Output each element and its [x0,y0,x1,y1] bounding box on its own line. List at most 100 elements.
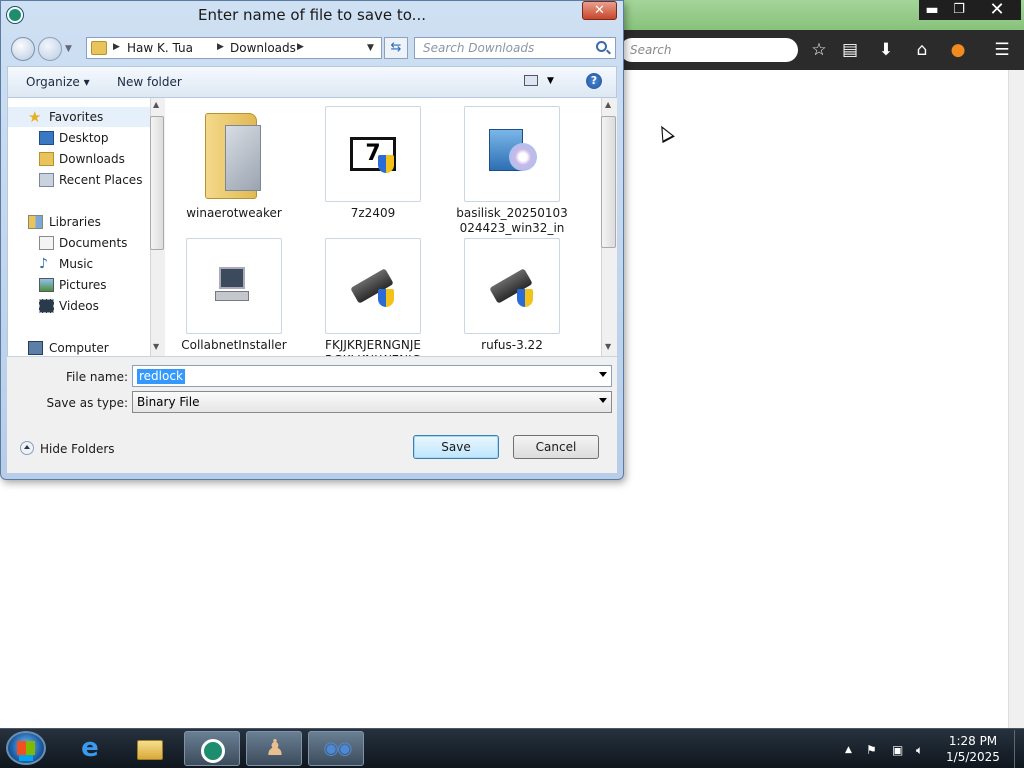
hide-folders-label: Hide Folders [40,442,115,456]
forward-button[interactable] [38,37,62,61]
cancel-button[interactable]: Cancel [513,435,599,459]
taskbar-app-green[interactable] [184,731,240,766]
nav-label: Favorites [49,110,104,124]
organize-button[interactable]: Organize ▾ [26,75,90,89]
clock-time: 1:28 PM [948,734,998,748]
search-icon[interactable] [596,41,607,52]
nav-item-videos[interactable]: Videos [8,296,150,316]
browser-minimize-button[interactable]: ▬ [919,0,945,20]
documents-icon [39,236,54,250]
nav-item-favorites[interactable]: ★ Favorites [8,107,150,127]
internet-explorer-icon: e [81,733,99,763]
refresh-button[interactable]: ⇆ [384,37,408,59]
show-desktop-button[interactable] [1014,730,1024,768]
taskbar-file-explorer[interactable] [122,731,178,766]
taskbar-app-chess[interactable]: ♟ [246,731,302,766]
search-downloads-input[interactable]: Search Downloads [414,37,616,59]
usb-shield-icon [325,238,421,334]
save-as-type-select[interactable]: Binary File [132,391,612,413]
folder-icon [186,106,282,202]
menu-icon[interactable]: ☰ [990,38,1014,62]
nav-label: Videos [59,299,99,313]
app-chess-icon: ♟ [265,736,285,761]
change-view-icon[interactable] [524,75,538,86]
browser-search-input[interactable]: Search [620,38,798,62]
scroll-up-icon[interactable]: ▲ [153,100,159,109]
app-green-icon [199,736,227,763]
nav-item-downloads[interactable]: Downloads [8,149,150,169]
nav-item-recent-places[interactable]: Recent Places [8,170,150,190]
reading-list-icon[interactable]: ▤ [838,38,862,62]
network-icon[interactable]: ▣ [892,743,903,757]
app-eyes-icon: ◉◉ [323,738,352,759]
file-item[interactable]: winaerotweaker [174,106,294,221]
installer-cd-icon [464,106,560,202]
breadcrumb-downloads[interactable]: Downloads [230,41,296,55]
system-clock[interactable]: 1:28 PM 1/5/2025 [944,733,1002,765]
breadcrumb-user[interactable]: Haw K. Tua [127,41,193,55]
file-name-input[interactable]: redlock [132,365,612,387]
recent-locations-dropdown[interactable]: ▼ [65,44,72,54]
nav-item-documents[interactable]: Documents [8,233,150,253]
windows-logo-icon [17,741,35,755]
libraries-icon [28,215,43,229]
firefox-icon[interactable]: ● [946,38,970,62]
address-dropdown-icon[interactable]: ▼ [367,43,374,53]
help-icon[interactable]: ? [586,73,602,89]
bookmark-star-icon[interactable]: ☆ [807,38,831,62]
file-item[interactable]: CollabnetInstaller [174,238,294,353]
view-options-dropdown-icon[interactable]: ▼ [547,76,554,86]
browser-maximize-button[interactable]: ❐ [945,0,973,20]
scroll-up-icon[interactable]: ▲ [605,100,611,109]
desktop-icon [39,131,54,145]
volume-muted-icon[interactable]: 🔈︎ [916,743,923,758]
videos-icon [39,299,54,313]
navigation-scroll-thumb[interactable] [150,116,164,250]
breadcrumb-arrow-icon[interactable]: ▶ [297,42,304,52]
file-name: winaerotweaker [186,206,282,220]
nav-label: Libraries [49,215,101,229]
taskbar-app-eyes[interactable]: ◉◉ [308,731,364,766]
file-name-dropdown-icon[interactable] [599,372,607,377]
nav-label: Recent Places [59,173,143,187]
download-icon[interactable]: ⬇ [874,38,898,62]
scroll-down-icon[interactable]: ▼ [153,342,159,351]
file-list-pane: winaerotweaker 7 7z2409 basilisk_2025010… [165,98,602,356]
browser-close-button[interactable]: ✕ [973,0,1021,20]
scroll-down-icon[interactable]: ▼ [605,342,611,351]
nav-item-pictures[interactable]: Pictures [8,275,150,295]
action-center-flag-icon[interactable]: ⚑ [866,743,877,757]
hide-folders-button[interactable]: Hide Folders [20,441,115,456]
home-icon[interactable]: ⌂ [910,38,934,62]
new-folder-button[interactable]: New folder [117,75,182,89]
save-as-type-label: Save as type: [46,396,128,410]
file-item[interactable]: FKJJKRJERNGNJERGKLKNLWENJG [313,238,433,356]
save-type-dropdown-icon[interactable] [599,398,607,403]
file-explorer-icon [136,735,164,761]
file-name-label: File name: [66,370,128,384]
save-button[interactable]: Save [413,435,499,459]
file-item[interactable]: rufus-3.22 [452,238,572,353]
file-name: basilisk_20250103 024423_win32_in [456,206,568,235]
browser-scrollbar[interactable] [1008,70,1024,728]
installer-computer-icon [186,238,282,334]
file-item[interactable]: basilisk_20250103 024423_win32_in [452,106,572,236]
dialog-close-button[interactable]: ✕ [582,1,617,20]
nav-item-music[interactable]: ♪ Music [8,254,150,274]
nav-item-computer[interactable]: Computer [8,338,150,356]
breadcrumb-arrow-icon[interactable]: ▶ [217,42,224,52]
pictures-icon [39,278,54,292]
show-hidden-icons-button[interactable]: ▲ [845,745,852,755]
breadcrumb-arrow-icon[interactable]: ▶ [113,42,120,52]
file-item[interactable]: 7 7z2409 [313,106,433,221]
back-button[interactable] [11,37,35,61]
file-name: CollabnetInstaller [181,338,287,352]
file-name-value[interactable]: redlock [137,369,185,384]
nav-item-desktop[interactable]: Desktop [8,128,150,148]
taskbar-internet-explorer[interactable]: e [62,731,118,766]
nav-item-libraries[interactable]: Libraries [8,212,150,232]
address-bar[interactable]: ▶ Haw K. Tua ▶ Downloads ▶ ▼ [86,37,382,59]
file-list-scroll-thumb[interactable] [601,116,616,248]
folder-icon [91,41,107,55]
nav-label: Music [59,257,94,271]
